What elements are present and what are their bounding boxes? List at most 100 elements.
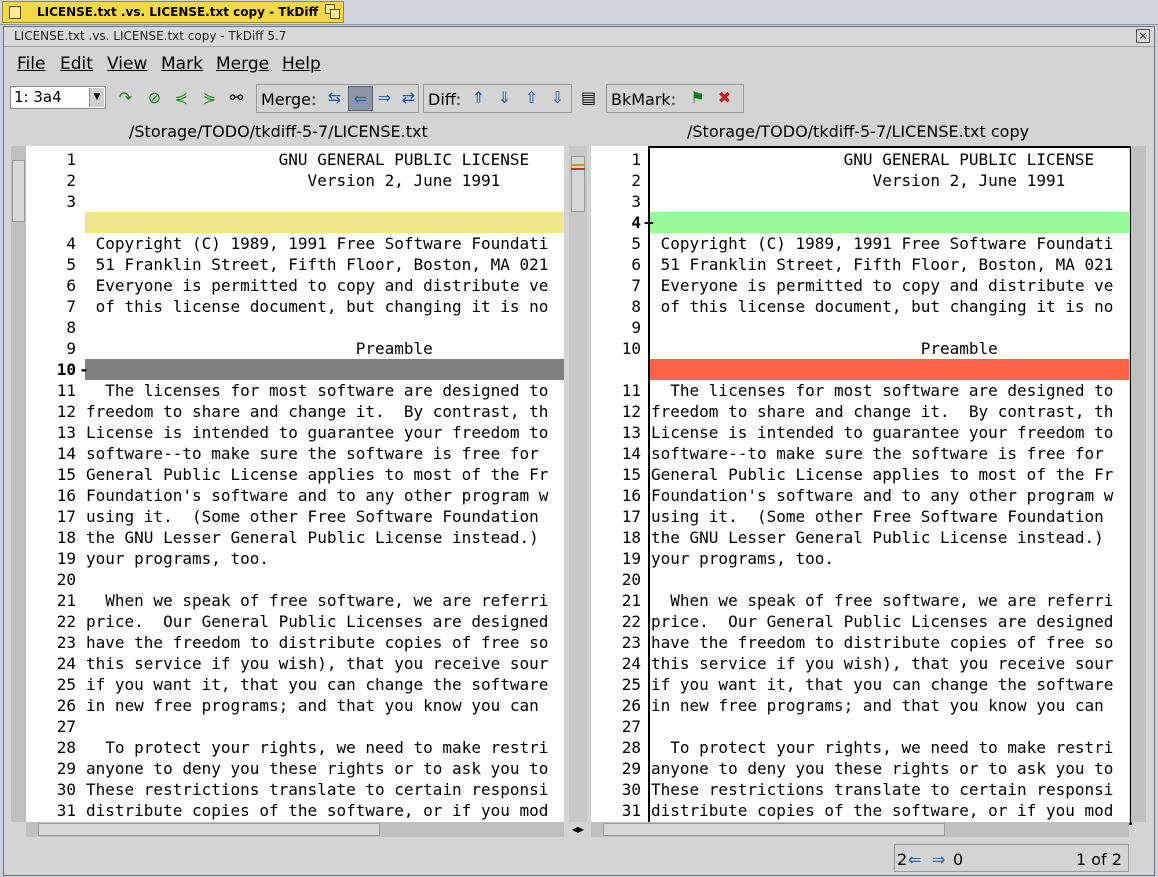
clipboard-icon[interactable]: ▤ (577, 86, 600, 109)
diff-label: Diff: (428, 90, 462, 109)
add-bookmark-icon[interactable]: ⚑ (686, 86, 709, 109)
diff-group: Diff: ⇑ ⇓ ⇧ ⇩ (423, 84, 572, 113)
rediff-icon[interactable]: ↷ (114, 86, 137, 109)
last-diff-icon[interactable]: ⇩ (546, 86, 569, 109)
merge-right-icon[interactable]: ⇒ (373, 86, 396, 109)
restore-icon-back (330, 9, 340, 19)
clear-bookmark-icon[interactable]: ✖ (713, 86, 736, 109)
right-code-line: 27 (591, 716, 1129, 737)
title-bar[interactable]: LICENSE.txt .vs. LICENSE.txt copy - TkDi… (4, 27, 1154, 47)
line-number: 28 (56, 738, 76, 757)
line-text: software--to make sure the software is f… (86, 444, 539, 463)
line-number: 10 (56, 360, 76, 379)
right-code-line: 11 The licenses for most software are de… (591, 380, 1129, 401)
line-number: 28 (621, 738, 641, 757)
line-text: anyone to deny you these rights or to as… (86, 759, 549, 778)
line-text: When we speak of free software, we are r… (86, 591, 549, 610)
line-text: have the freedom to distribute copies of… (86, 633, 549, 652)
menu-merge[interactable]: Merge (216, 54, 269, 74)
right-code-line: 3 (591, 191, 1129, 212)
left-horizontal-scrollbar[interactable] (26, 822, 564, 837)
binoculars-icon[interactable]: ⚯ (225, 86, 248, 109)
line-number: 18 (621, 528, 641, 547)
right-text-pane[interactable]: 1 GNU GENERAL PUBLIC LICENSE 2 Version 2,… (591, 146, 1129, 822)
diff-map-mark-1 (571, 164, 585, 166)
merge-swap-icon[interactable]: ⇄ (397, 86, 420, 109)
line-number: 26 (621, 696, 641, 715)
right-code-line: 10 Preamble (591, 338, 1129, 359)
left-text-pane[interactable]: 1 GNU GENERAL PUBLIC LICENSE 2 Version 2,… (26, 146, 564, 822)
merge-left-icon[interactable]: ⇐ (348, 86, 373, 111)
left-code-line: 23 have the freedom to distribute copies … (26, 632, 564, 653)
line-number: 2 (631, 171, 641, 190)
left-code-line: 15 General Public License applies to most… (26, 464, 564, 485)
right-code-line: 7 Everyone is permitted to copy and dist… (591, 275, 1129, 296)
prev-diff-icon[interactable]: ⇧ (520, 86, 543, 109)
right-code-line: 28 To protect your rights, we need to ma… (591, 737, 1129, 758)
left-code-line: 20 (26, 569, 564, 590)
line-number: 13 (621, 423, 641, 442)
right-horizontal-scrollbar[interactable] (591, 822, 1129, 837)
right-code-line: 1 GNU GENERAL PUBLIC LICENSE (591, 149, 1129, 170)
right-hscroll-thumb[interactable] (603, 823, 945, 836)
menu-view[interactable]: View (107, 54, 147, 74)
left-hscroll-thumb[interactable] (38, 823, 380, 836)
diff-map[interactable] (569, 146, 587, 822)
menu-edit[interactable]: Edit (60, 54, 93, 74)
line-text: Foundation's software and to any other p… (651, 486, 1114, 505)
right-code-line: 29 anyone to deny you these rights or to … (591, 758, 1129, 779)
right-scrollbar-edge[interactable] (1131, 146, 1146, 822)
line-number: 15 (56, 465, 76, 484)
merge-both-icon[interactable]: ⇆ (323, 86, 346, 109)
line-text: freedom to share and change it. By contr… (86, 402, 549, 421)
line-number: 12 (56, 402, 76, 421)
left-vertical-scrollbar[interactable] (11, 146, 26, 822)
line-number: 3 (66, 192, 76, 211)
line-number: 14 (56, 444, 76, 463)
line-text: anyone to deny you these rights or to as… (651, 759, 1114, 778)
taskbar-window-button[interactable]: LICENSE.txt .vs. LICENSE.txt copy - TkDi… (2, 1, 344, 39)
line-number: 20 (56, 570, 76, 589)
menu-help[interactable]: Help (282, 54, 321, 74)
close-button[interactable]: × (1136, 29, 1150, 43)
split-left-icon[interactable]: ⋞ (170, 86, 193, 109)
right-arrow-icon: ⇒ (932, 850, 946, 869)
next-diff-down-icon[interactable]: ⇓ (493, 86, 516, 109)
line-number: 23 (621, 633, 641, 652)
line-text: in new free programs; and that you know … (86, 696, 539, 715)
left-code-line: 7 of this license document, but changing… (26, 296, 564, 317)
line-number: 5 (66, 255, 76, 274)
line-text: GNU GENERAL PUBLIC LICENSE (86, 150, 530, 169)
right-code-line: 12 freedom to share and change it. By con… (591, 401, 1129, 422)
line-number: 6 (631, 255, 641, 274)
left-code-line: 24 this service if you wish), that you re… (26, 653, 564, 674)
left-code-line: 10- (26, 359, 564, 380)
pane-splitter-icon[interactable]: ◂▸ (568, 822, 588, 837)
first-diff-icon[interactable]: ⇑ (467, 86, 490, 109)
left-code-line: 25 if you want it, that you can change th… (26, 674, 564, 695)
right-code-line: 5 Copyright (C) 1989, 1991 Free Software… (591, 233, 1129, 254)
left-code-line: 31 distribute copies of the software, or … (26, 800, 564, 821)
left-vscroll-thumb[interactable] (12, 160, 25, 222)
line-number: 17 (621, 507, 641, 526)
line-number: 7 (631, 276, 641, 295)
right-code-line: 26 in new free programs; and that you kno… (591, 695, 1129, 716)
line-number: 22 (621, 612, 641, 631)
line-number: 23 (56, 633, 76, 652)
line-text: using it. (Some other Free Software Foun… (651, 507, 1104, 526)
ignore-blanks-icon[interactable]: ⊘ (143, 86, 166, 109)
line-text: When we speak of free software, we are r… (651, 591, 1114, 610)
diff-position-select[interactable]: 1: 3a4 ▼ (10, 86, 106, 109)
line-text: the GNU Lesser General Public License in… (651, 528, 1104, 547)
line-text: your programs, too. (651, 549, 835, 568)
line-text: if you want it, that you can change the … (86, 675, 549, 694)
line-number: 4 (66, 234, 76, 253)
menu-file[interactable]: File (17, 54, 45, 74)
change-marker: - (79, 360, 89, 379)
right-code-line: 8 of this license document, but changing… (591, 296, 1129, 317)
right-code-line: 31 distribute copies of the software, or … (591, 800, 1129, 821)
menu-mark[interactable]: Mark (161, 54, 203, 74)
line-number: 4 (631, 213, 641, 232)
split-right-icon[interactable]: ⋟ (198, 86, 221, 109)
line-number: 2 (66, 171, 76, 190)
